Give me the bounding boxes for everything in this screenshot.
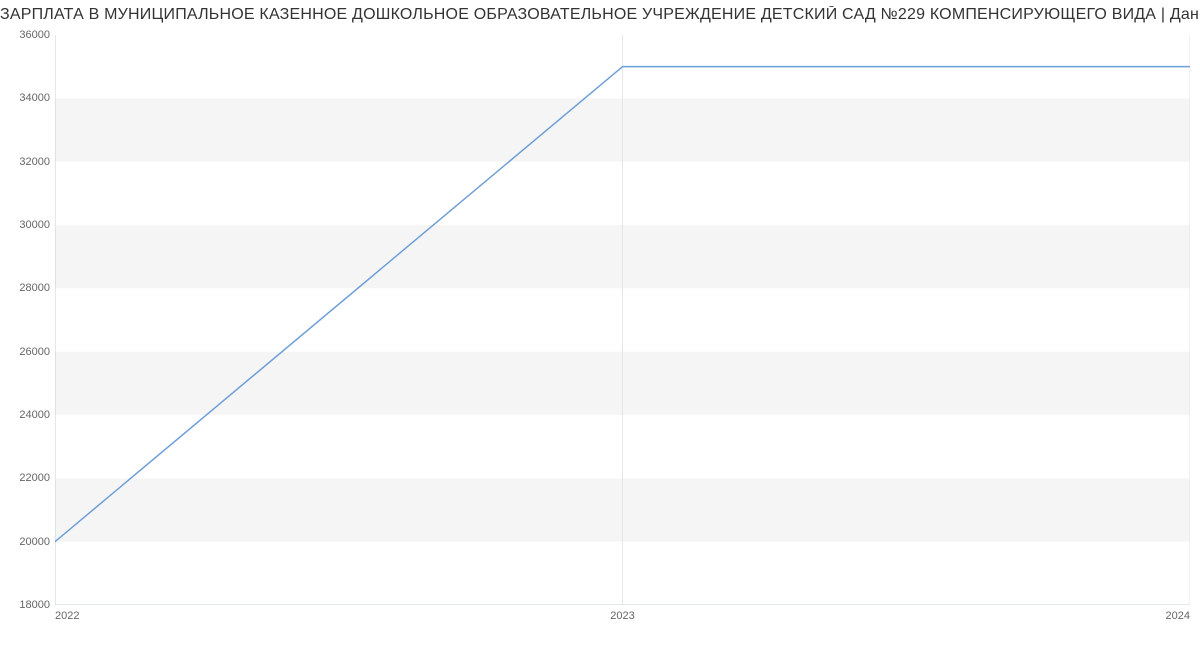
chart-title: ЗАРПЛАТА В МУНИЦИПАЛЬНОЕ КАЗЕННОЕ ДОШКОЛ…	[0, 6, 1200, 24]
y-tick-label: 34000	[0, 92, 50, 104]
y-tick-label: 30000	[0, 219, 50, 231]
y-tick-label: 24000	[0, 409, 50, 421]
y-tick-label: 36000	[0, 29, 50, 41]
x-tick-label: 2023	[610, 610, 634, 622]
x-tick-label: 2024	[1166, 610, 1190, 622]
salary-line-chart: ЗАРПЛАТА В МУНИЦИПАЛЬНОЕ КАЗЕННОЕ ДОШКОЛ…	[0, 0, 1200, 650]
y-tick-label: 26000	[0, 346, 50, 358]
y-tick-label: 20000	[0, 536, 50, 548]
y-tick-label: 28000	[0, 282, 50, 294]
x-tick-label: 2022	[55, 610, 79, 622]
y-tick-label: 22000	[0, 472, 50, 484]
y-tick-label: 18000	[0, 599, 50, 611]
plot-area	[55, 35, 1190, 605]
y-tick-label: 32000	[0, 156, 50, 168]
plot-svg	[55, 35, 1190, 605]
